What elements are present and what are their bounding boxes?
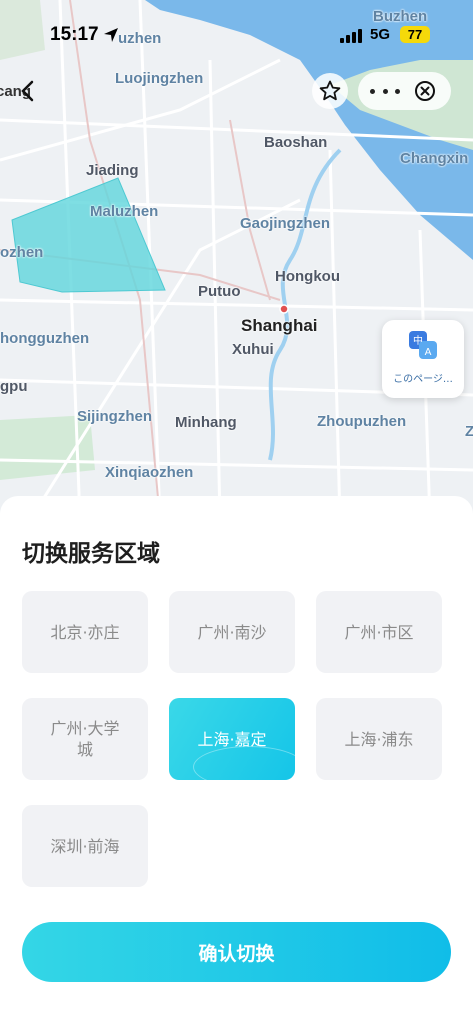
translate-page-button[interactable]: 中 A このページ…: [382, 320, 464, 398]
sheet-title: 切换服务区域: [22, 541, 160, 567]
confirm-switch-button[interactable]: 确认切换: [22, 922, 451, 982]
region-option-shanghai-pudong[interactable]: 上海·浦东: [316, 698, 442, 780]
status-bar: 15:17 5G 77: [0, 0, 473, 62]
miniprogram-capsule: [358, 72, 451, 110]
map-label-honggu: hongguzhen: [0, 330, 90, 347]
status-time: 15:17: [50, 24, 99, 45]
svg-text:A: A: [425, 347, 432, 358]
map-label-maluzhen: Maluzhen: [90, 203, 159, 220]
map-label-zhoupuzhen: Zhoupuzhen: [317, 413, 407, 430]
selected-decoration: [193, 746, 295, 780]
favorite-button[interactable]: [312, 73, 348, 109]
map-label-putuo: Putuo: [198, 283, 241, 300]
map-label-jiading: Jiading: [86, 162, 139, 179]
region-option-guangzhou-nansha[interactable]: 广州·南沙: [169, 591, 295, 673]
map-label-luojingzhen: Luojingzhen: [115, 70, 204, 87]
map-label-xuhui: Xuhui: [232, 341, 274, 358]
location-arrow-icon: [104, 28, 118, 42]
network-type: 5G: [370, 26, 391, 43]
star-icon: [319, 80, 341, 101]
map-label-ozhen: ozhen: [0, 244, 44, 261]
more-icon[interactable]: [370, 81, 400, 101]
switch-region-sheet: 切换服务区域 北京·亦庄 广州·南沙 广州·市区 广州·大学城 上海·嘉定 上海…: [0, 496, 473, 1024]
back-chevron-icon[interactable]: [20, 80, 34, 102]
signal-icon: [340, 29, 362, 43]
map-label-gpu: gpu: [0, 378, 28, 395]
region-option-shanghai-jiading[interactable]: 上海·嘉定: [169, 698, 295, 780]
map-label-baoshan: Baoshan: [264, 134, 328, 151]
map-label-sijingzhen: Sijingzhen: [77, 408, 152, 425]
map-label-z: Z: [465, 423, 473, 440]
region-option-beijing-yizhuang[interactable]: 北京·亦庄: [22, 591, 148, 673]
map-label-xinqiaozhen: Xinqiaozhen: [105, 464, 194, 481]
map-label-hongkou: Hongkou: [275, 268, 340, 285]
svg-text:中: 中: [413, 334, 423, 347]
region-option-shenzhen-qianhai[interactable]: 深圳·前海: [22, 805, 148, 887]
translate-icon: 中 A: [409, 331, 437, 359]
translate-label: このページ…: [393, 374, 453, 385]
map-label-shanghai: Shanghai: [241, 316, 318, 335]
map-label-minhang: Minhang: [175, 414, 237, 431]
region-option-guangzhou-university-town[interactable]: 广州·大学城: [22, 698, 148, 780]
map-label-changxing: Changxin: [400, 150, 469, 167]
battery-icon: 77: [400, 26, 430, 43]
close-icon[interactable]: [414, 80, 436, 102]
map-label-gaojingzhen: Gaojingzhen: [240, 215, 330, 232]
region-option-guangzhou-downtown[interactable]: 广州·市区: [316, 591, 442, 673]
